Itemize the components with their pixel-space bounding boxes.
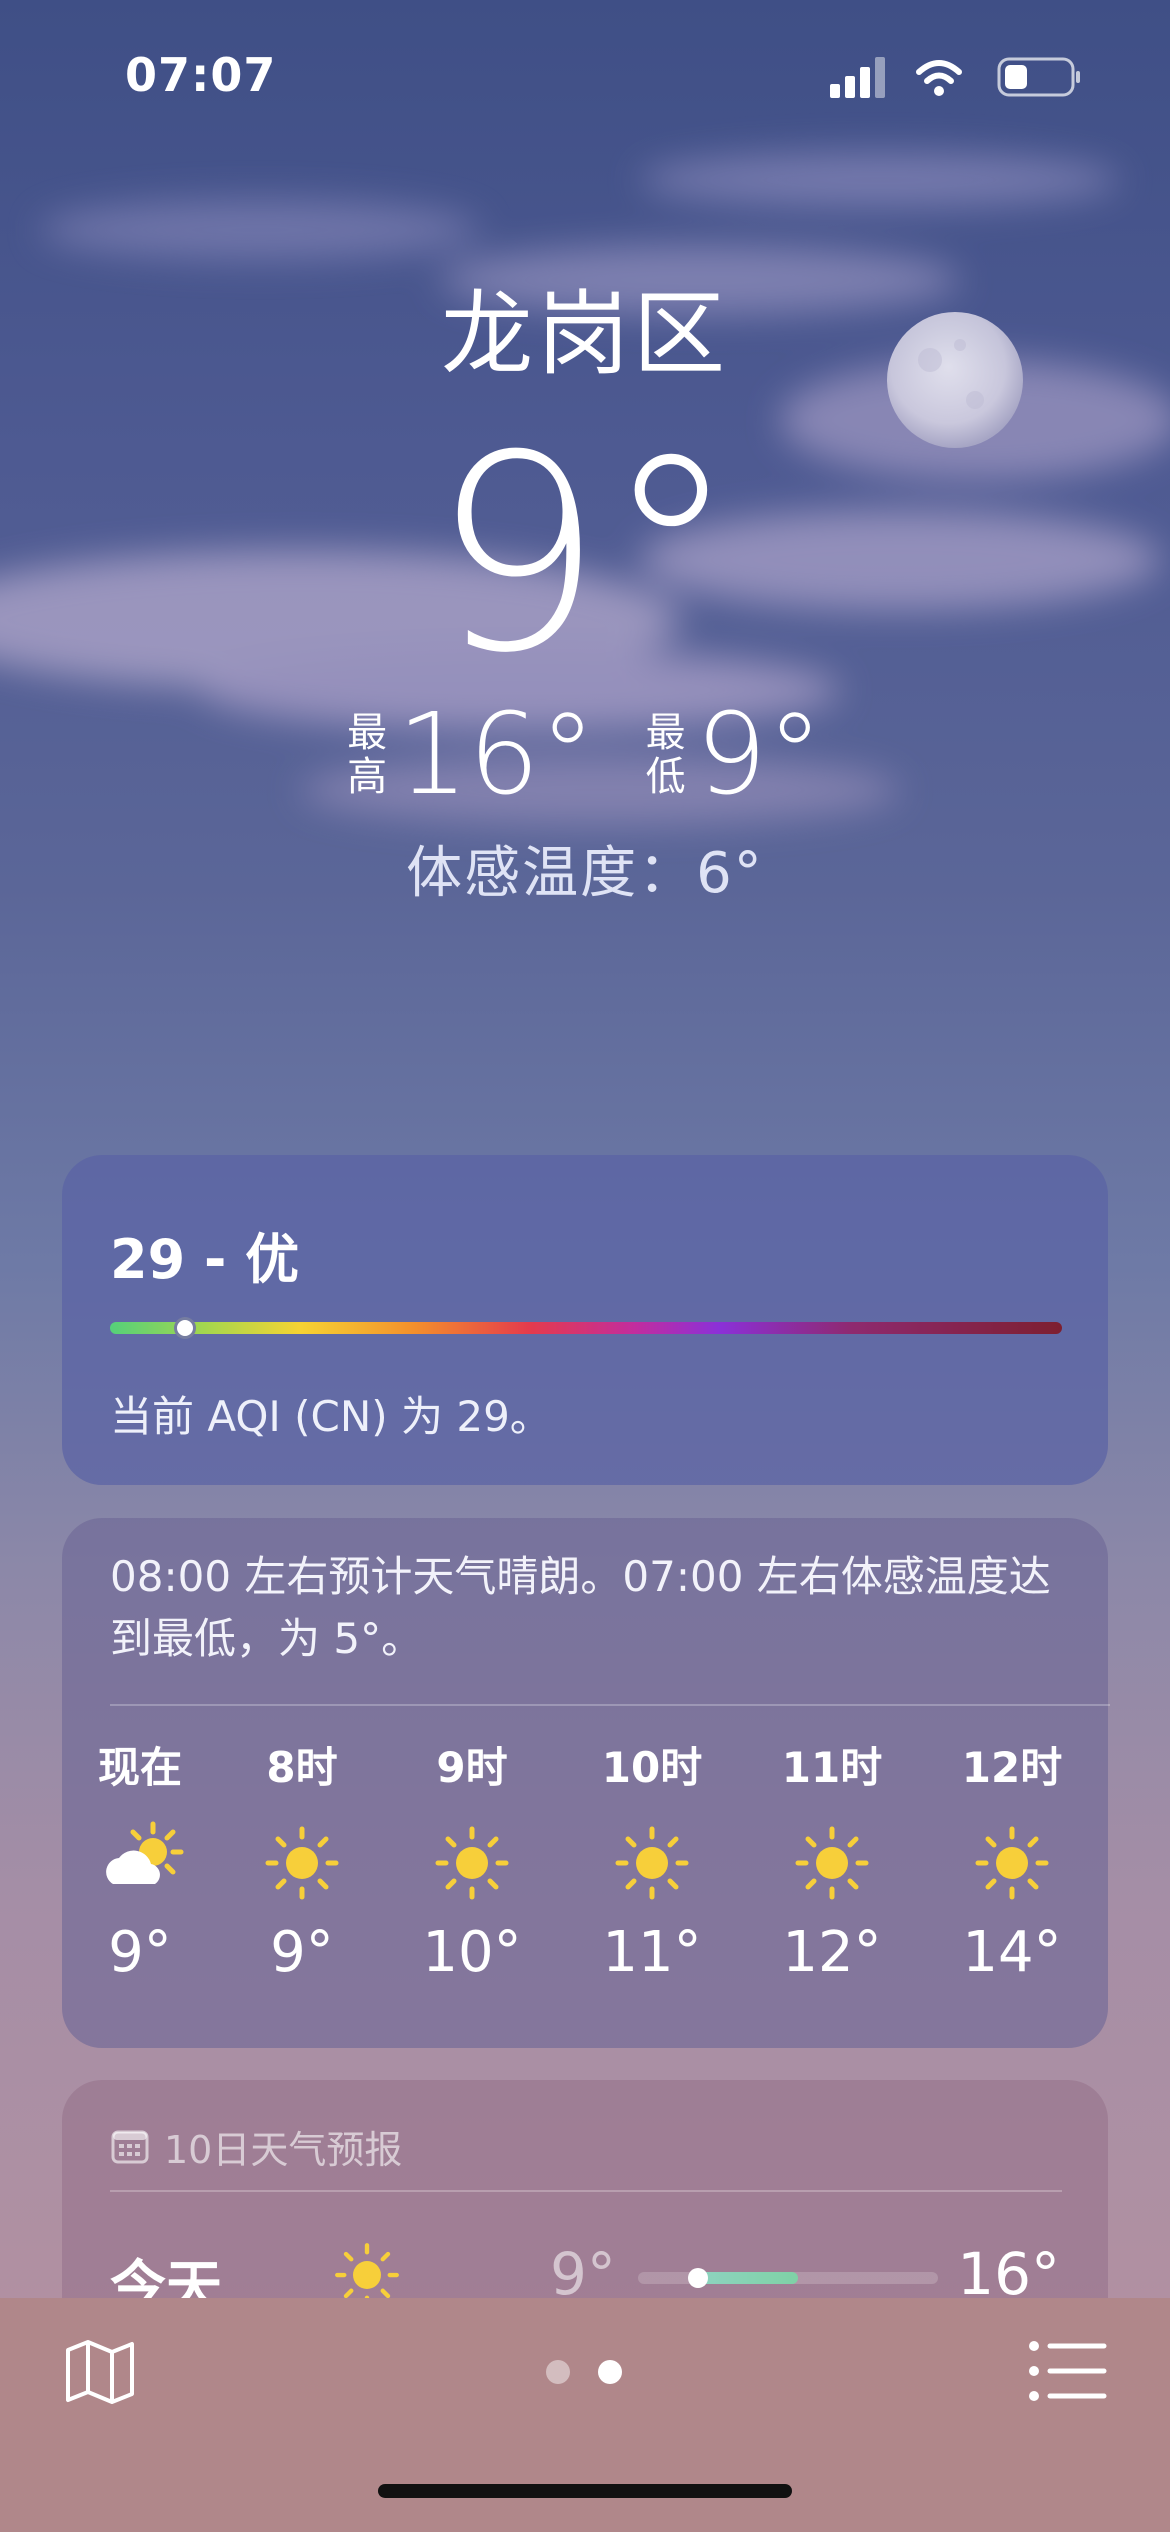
- hourly-list[interactable]: 现在 9° 8时 9° 9时 10° 10时 11° 11时 12° 12时 1…: [62, 1728, 1108, 2028]
- battery-icon: [997, 57, 1080, 97]
- sun-icon: [435, 1826, 509, 1900]
- wifi-icon: [916, 60, 962, 96]
- page-indicator[interactable]: [540, 2360, 640, 2390]
- forecast-range-bar: [638, 2268, 938, 2288]
- calendar-icon: [111, 2130, 149, 2164]
- aqi-title: 29 - 优: [110, 1228, 300, 1291]
- hour-item: 11时 12°: [752, 1728, 912, 1988]
- hour-item: 10时 11°: [572, 1728, 732, 1988]
- hour-label: 现在: [97, 1743, 182, 1792]
- forecast-range-fill: [698, 2272, 798, 2284]
- hour-label: 12时: [961, 1743, 1063, 1792]
- page-dot-active[interactable]: [598, 2360, 622, 2384]
- aqi-indicator-dot: [174, 1317, 196, 1339]
- hourly-card[interactable]: 08:00 左右预计天气晴朗。07:00 左右体感温度达到最低，为 5°。 现在…: [62, 1518, 1110, 2048]
- low-value: 9°: [695, 690, 823, 820]
- low-label: 最 低: [645, 710, 686, 800]
- forecast-current-dot: [688, 2268, 708, 2288]
- sun-icon: [265, 1826, 339, 1900]
- home-indicator[interactable]: [378, 2484, 792, 2498]
- partly-cloudy-icon: [106, 1821, 184, 1884]
- cellular-signal-icon: [830, 57, 885, 98]
- map-icon[interactable]: [62, 2334, 138, 2410]
- hour-temp: 9°: [108, 1920, 172, 1985]
- status-bar: 07:07: [0, 0, 1170, 150]
- aqi-scale-bar: [110, 1322, 1062, 1334]
- forecast-header-label: 10日天气预报: [164, 2127, 403, 2172]
- feels-like: 体感温度：6°: [406, 841, 764, 906]
- sun-icon: [975, 1826, 1049, 1900]
- hour-item: 8时 9°: [222, 1728, 382, 1988]
- divider: [110, 1704, 1110, 1706]
- hour-label: 11时: [781, 1743, 883, 1792]
- divider: [110, 2190, 1062, 2192]
- high-low-row: 最 高 16° 最 低 9°: [0, 699, 1170, 811]
- hour-temp: 10°: [422, 1920, 522, 1985]
- current-temperature: 9°: [431, 397, 739, 712]
- hour-label: 10时: [601, 1743, 703, 1792]
- status-icons: [830, 57, 1080, 98]
- high-label: 最 高: [347, 710, 388, 800]
- city-name: 龙岗区: [440, 281, 729, 388]
- forecast-header: 10日天气预报: [110, 2116, 402, 2176]
- hour-item: 12时 14°: [932, 1728, 1092, 1988]
- high-value: 16°: [397, 690, 596, 820]
- hour-item: 现在 9°: [60, 1728, 220, 1988]
- hour-label: 8时: [266, 1743, 338, 1792]
- low-temp: 最 低 9°: [646, 699, 823, 811]
- page-dot[interactable]: [546, 2360, 570, 2384]
- hourly-summary: 08:00 左右预计天气晴朗。07:00 左右体感温度达到最低，为 5°。: [110, 1552, 1051, 1663]
- list-icon[interactable]: [1028, 2338, 1108, 2404]
- hour-temp: 11°: [602, 1920, 702, 1985]
- hour-temp: 14°: [962, 1920, 1062, 1985]
- hour-item: 9时 10°: [392, 1728, 552, 1988]
- hour-temp: 12°: [782, 1920, 882, 1985]
- sun-icon: [615, 1826, 689, 1900]
- weather-header: 龙岗区 9° 最 高 16° 最 低 9° 体感温度：6°: [0, 280, 1170, 906]
- aqi-card[interactable]: 29 - 优 当前 AQI (CN) 为 29。: [62, 1155, 1108, 1485]
- sun-icon: [795, 1826, 869, 1900]
- aqi-description: 当前 AQI (CN) 为 29。: [110, 1392, 552, 1441]
- hour-temp: 9°: [270, 1920, 334, 1985]
- status-time: 07:07: [125, 48, 277, 102]
- high-temp: 最 高 16°: [347, 699, 596, 811]
- hour-label: 9时: [436, 1743, 508, 1792]
